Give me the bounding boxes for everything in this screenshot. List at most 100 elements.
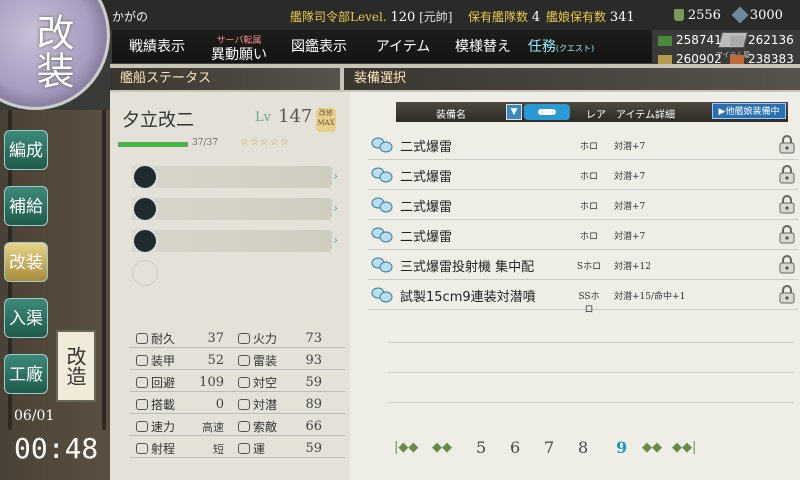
- page-7[interactable]: 7: [544, 438, 554, 457]
- pagination: |◆◆ ◆◆ 5 6 7 8 9 ◆◆ ◆◆|: [390, 438, 700, 462]
- firepower-icon: [238, 333, 250, 344]
- rarity-stars: ☆☆☆☆☆: [240, 137, 290, 148]
- depth-charge-icon: [371, 227, 393, 243]
- page-9-current[interactable]: 9: [616, 438, 627, 457]
- equipment-name: 二式爆雷: [400, 230, 453, 245]
- lock-icon[interactable]: [778, 284, 796, 304]
- equipment-name: 三式爆雷投射機 集中配: [400, 260, 535, 275]
- steel-icon: [730, 35, 744, 46]
- devmat-icon: [731, 6, 749, 24]
- slot-arrow-icon: ›: [333, 201, 338, 215]
- slot-icon: [132, 228, 158, 254]
- menu-quest[interactable]: 任務(クエスト): [526, 30, 596, 64]
- hq-level: 艦隊司令部Level. 120 [元帥]: [290, 10, 453, 25]
- equipment-row[interactable]: 二式爆雷 ホロ 対潜+7: [368, 130, 798, 160]
- nav-resupply[interactable]: 補給: [4, 186, 48, 226]
- equip-slot-1[interactable]: ›: [132, 164, 338, 190]
- menu-furniture[interactable]: 模様替え: [448, 30, 518, 64]
- equipment-row[interactable]: 二式爆雷 ホロ 対潜+7: [368, 160, 798, 190]
- devmat-count: 3000: [731, 6, 783, 24]
- slot-icon: [132, 164, 158, 190]
- luck-icon: [238, 443, 250, 454]
- nav-organize[interactable]: 編成: [4, 130, 48, 170]
- lock-icon[interactable]: [778, 224, 796, 244]
- stats-table: 耐久 37 火力 73 装甲 52 雷装 93 回避 109 対空 59 搭載 …: [130, 328, 345, 468]
- ship-status-header: 艦船ステータス: [110, 68, 340, 90]
- equipment-row[interactable]: 二式爆雷 ホロ 対潜+7: [368, 190, 798, 220]
- menu-items[interactable]: アイテム: [368, 30, 438, 64]
- anti-air-icon: [238, 377, 250, 388]
- date: 06/01: [14, 408, 55, 424]
- ship-count: 艦娘保有数 341: [546, 10, 635, 25]
- hp-bar-fill: [119, 143, 187, 146]
- lock-icon[interactable]: [778, 164, 796, 184]
- nav-arsenal[interactable]: 工廠: [4, 354, 48, 394]
- equipment-detail: 対潜+7: [614, 172, 646, 182]
- equipment-detail: 対潜+15/命中+1: [614, 292, 686, 302]
- left-nav: 編成 補給 改装 入渠 工廠 改造: [0, 110, 110, 480]
- stat-row: 耐久 37 火力 73: [130, 328, 345, 348]
- depth-charge-icon: [371, 137, 393, 153]
- page-6[interactable]: 6: [510, 438, 520, 457]
- first-page-icon[interactable]: |◆◆: [394, 440, 418, 455]
- equipment-detail: 対潜+7: [614, 142, 646, 152]
- ammo-icon: [658, 54, 672, 65]
- anti-sub-icon: [238, 399, 250, 410]
- equipment-row[interactable]: 三式爆雷投射機 集中配 Sホロ 対潜+12: [368, 250, 798, 280]
- col-rarity: レア: [586, 110, 606, 121]
- page-5[interactable]: 5: [476, 438, 486, 457]
- menu-encyclopedia[interactable]: 図鑑表示: [284, 30, 354, 64]
- bauxite-icon: [730, 54, 744, 65]
- sort-dropdown-icon[interactable]: ▼: [506, 104, 522, 120]
- lock-icon[interactable]: [778, 134, 796, 154]
- slot-arrow-icon: ›: [333, 233, 338, 247]
- equipment-rarity: ホロ: [579, 232, 598, 242]
- hp-text: 37/37: [192, 138, 218, 148]
- prev-page-icon[interactable]: ◆◆: [432, 440, 452, 455]
- empty-row-divider: [388, 372, 794, 373]
- lock-icon[interactable]: [778, 194, 796, 214]
- fuel-resource: 258741: [658, 33, 722, 47]
- equipment-row[interactable]: 試製15cm9連装対潜噴 SSホロ 対潜+15/命中+1: [368, 280, 798, 315]
- last-page-icon[interactable]: ◆◆|: [672, 440, 696, 455]
- admiral-name: かがの: [112, 10, 149, 24]
- main-menu: 戦績表示 サーバ転属 異動願い 図鑑表示 アイテム 模様替え 任務(クエスト) …: [112, 30, 750, 64]
- ship-level: 147: [278, 106, 313, 127]
- equipment-detail: 対潜+7: [614, 202, 646, 212]
- stat-row: 速力 高速 索敵 66: [130, 416, 345, 436]
- equipment-detail: 対潜+12: [614, 262, 651, 272]
- evasion-icon: [136, 377, 148, 388]
- change-button[interactable]: 改造: [56, 330, 96, 402]
- equip-slot-3[interactable]: ›: [132, 228, 338, 254]
- equip-slot-2[interactable]: ›: [132, 196, 338, 222]
- equipment-name: 二式爆雷: [400, 170, 453, 185]
- remodel-badge: 改装: [0, 0, 110, 110]
- clock: 00:48: [14, 432, 99, 465]
- depth-charge-icon: [371, 287, 393, 303]
- page-8[interactable]: 8: [578, 438, 588, 457]
- empty-row-divider: [388, 342, 794, 343]
- modernize-max-badge: 改修MAX: [316, 108, 336, 132]
- equipment-rarity: ホロ: [579, 202, 598, 212]
- equipment-row[interactable]: 二式爆雷 ホロ 対潜+7: [368, 220, 798, 250]
- equipment-name: 試製15cm9連装対潜噴: [400, 290, 536, 305]
- bucket-icon: [674, 9, 684, 21]
- hp-bar: [118, 142, 188, 147]
- slot-arrow-icon: ›: [333, 169, 338, 183]
- slot-empty-icon: [132, 260, 158, 286]
- bucket-count: 2556: [674, 8, 721, 23]
- nav-docking[interactable]: 入渠: [4, 298, 48, 338]
- slot-icon: [132, 196, 158, 222]
- los-icon: [238, 421, 250, 432]
- next-page-icon[interactable]: ◆◆: [642, 440, 662, 455]
- equip-slot-4: [132, 260, 332, 286]
- nav-remodel[interactable]: 改装: [4, 242, 48, 282]
- hp-icon: [136, 333, 148, 344]
- equipment-rarity: ホロ: [579, 172, 598, 182]
- other-ship-equipped-button[interactable]: ▶他艦娘装備中: [712, 103, 786, 119]
- menu-record[interactable]: 戦績表示: [122, 30, 192, 64]
- menu-server-transfer[interactable]: サーバ転属 異動願い: [204, 30, 274, 64]
- lock-icon[interactable]: [778, 254, 796, 274]
- filter-toggle[interactable]: [524, 104, 570, 120]
- stat-row: 回避 109 対空 59: [130, 372, 345, 392]
